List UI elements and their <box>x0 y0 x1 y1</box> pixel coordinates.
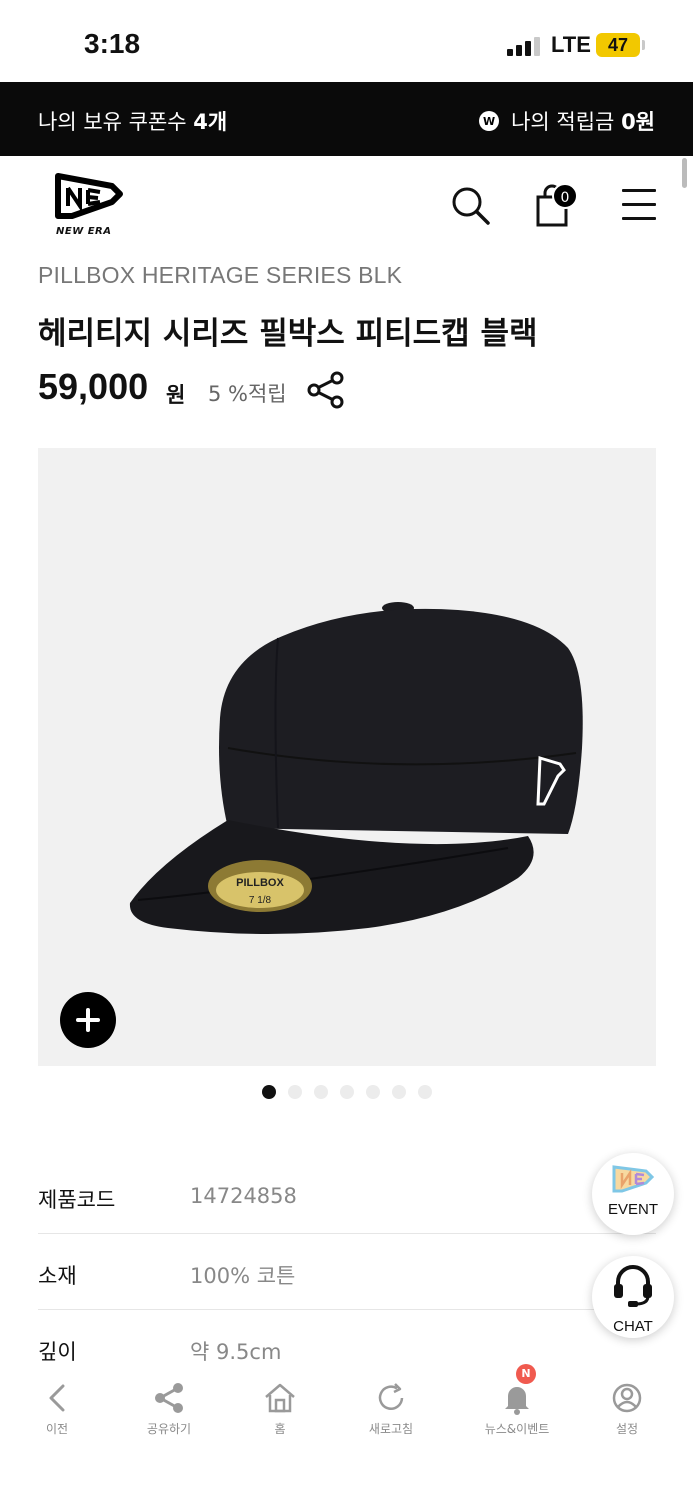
signal-icon <box>507 36 541 56</box>
product-price: 59,000 <box>38 366 149 407</box>
share-icon <box>155 1383 183 1413</box>
coupon-info[interactable]: 나의 보유 쿠폰수 4개 <box>38 106 227 136</box>
nav-label: 공유하기 <box>146 1422 192 1436</box>
bell-icon <box>505 1387 529 1415</box>
search-icon[interactable] <box>450 185 492 227</box>
page-scrollbar[interactable] <box>682 158 687 188</box>
event-label: EVENT <box>607 1201 658 1218</box>
gallery-dot[interactable] <box>366 1085 380 1099</box>
battery-icon: 47 <box>596 33 640 57</box>
product-name-ko: 헤리티지 시리즈 필박스 피티드캡 블랙 <box>38 316 538 352</box>
spec-value: 14724858 <box>190 1184 297 1208</box>
spec-value: 100% 코튼 <box>190 1264 296 1288</box>
status-bar: 3:18 LTE 47 <box>0 0 693 82</box>
status-time: 3:18 <box>84 28 141 59</box>
points-label: 나의 적립금 <box>511 110 615 134</box>
gallery-dot[interactable] <box>340 1085 354 1099</box>
coupon-label: 나의 보유 쿠폰수 <box>38 110 187 134</box>
gallery-dot[interactable] <box>418 1085 432 1099</box>
bottom-nav: 이전 공유하기 홈 새로고침 뉴스&이벤트 설정 <box>0 1362 693 1500</box>
price-unit: 원 <box>166 383 186 407</box>
nav-label: 이전 <box>45 1422 69 1436</box>
won-icon: W <box>479 111 500 131</box>
network-label: LTE <box>551 32 591 57</box>
nav-label: 새로고침 <box>368 1422 414 1436</box>
event-icon <box>612 1165 655 1193</box>
nav-settings[interactable]: 설정 <box>582 1380 672 1437</box>
nav-label: 홈 <box>274 1422 286 1436</box>
gallery-dot[interactable] <box>392 1085 406 1099</box>
spec-label: 제품코드 <box>38 1188 116 1212</box>
spec-row-material: 소재 100% 코튼 <box>38 1234 656 1310</box>
zoom-plus-button[interactable] <box>60 992 116 1048</box>
settings-icon <box>612 1383 642 1413</box>
menu-icon[interactable] <box>622 189 656 221</box>
nav-label: 설정 <box>615 1422 639 1436</box>
nav-news[interactable]: 뉴스&이벤트 <box>472 1380 562 1437</box>
coupon-count: 4개 <box>193 110 228 134</box>
back-icon <box>49 1384 65 1412</box>
nav-refresh[interactable]: 새로고침 <box>346 1380 436 1437</box>
battery-tip <box>642 40 645 50</box>
logo-text: NEW ERA <box>56 226 112 237</box>
points-value: 0원 <box>621 110 655 134</box>
refresh-icon <box>378 1383 404 1410</box>
points-info[interactable]: W 나의 적립금 0원 <box>479 106 655 136</box>
home-icon <box>265 1383 295 1413</box>
gallery-dot[interactable] <box>288 1085 302 1099</box>
event-button[interactable]: EVENT <box>592 1153 674 1235</box>
gallery-dot[interactable] <box>314 1085 328 1099</box>
chat-label: CHAT <box>613 1318 653 1335</box>
share-icon[interactable] <box>306 370 346 410</box>
chat-button[interactable]: CHAT <box>592 1256 674 1338</box>
nav-home[interactable]: 홈 <box>235 1380 325 1437</box>
nav-back[interactable]: 이전 <box>12 1380 102 1437</box>
sticker-size: 7 1/8 <box>249 895 272 906</box>
product-image[interactable]: PILLBOX 7 1/8 <box>38 448 656 1066</box>
spec-row-code: 제품코드 14724858 <box>38 1158 656 1234</box>
cart-count-badge: 0 <box>552 183 578 209</box>
headset-icon <box>614 1265 652 1307</box>
gallery-dot[interactable] <box>262 1085 276 1099</box>
nav-share[interactable]: 공유하기 <box>124 1380 214 1437</box>
spec-label: 소재 <box>38 1264 77 1288</box>
gallery-dots <box>262 1085 432 1099</box>
news-badge: N <box>516 1364 536 1384</box>
points-rate: 5 %적립 <box>208 382 287 406</box>
sticker-label: PILLBOX <box>236 877 284 889</box>
nav-label: 뉴스&이벤트 <box>484 1422 550 1436</box>
product-name-en: PILLBOX HERITAGE SERIES BLK <box>38 262 403 288</box>
cap-image: PILLBOX 7 1/8 <box>129 602 583 934</box>
coupon-bar: 나의 보유 쿠폰수 4개 W 나의 적립금 0원 <box>0 82 693 156</box>
